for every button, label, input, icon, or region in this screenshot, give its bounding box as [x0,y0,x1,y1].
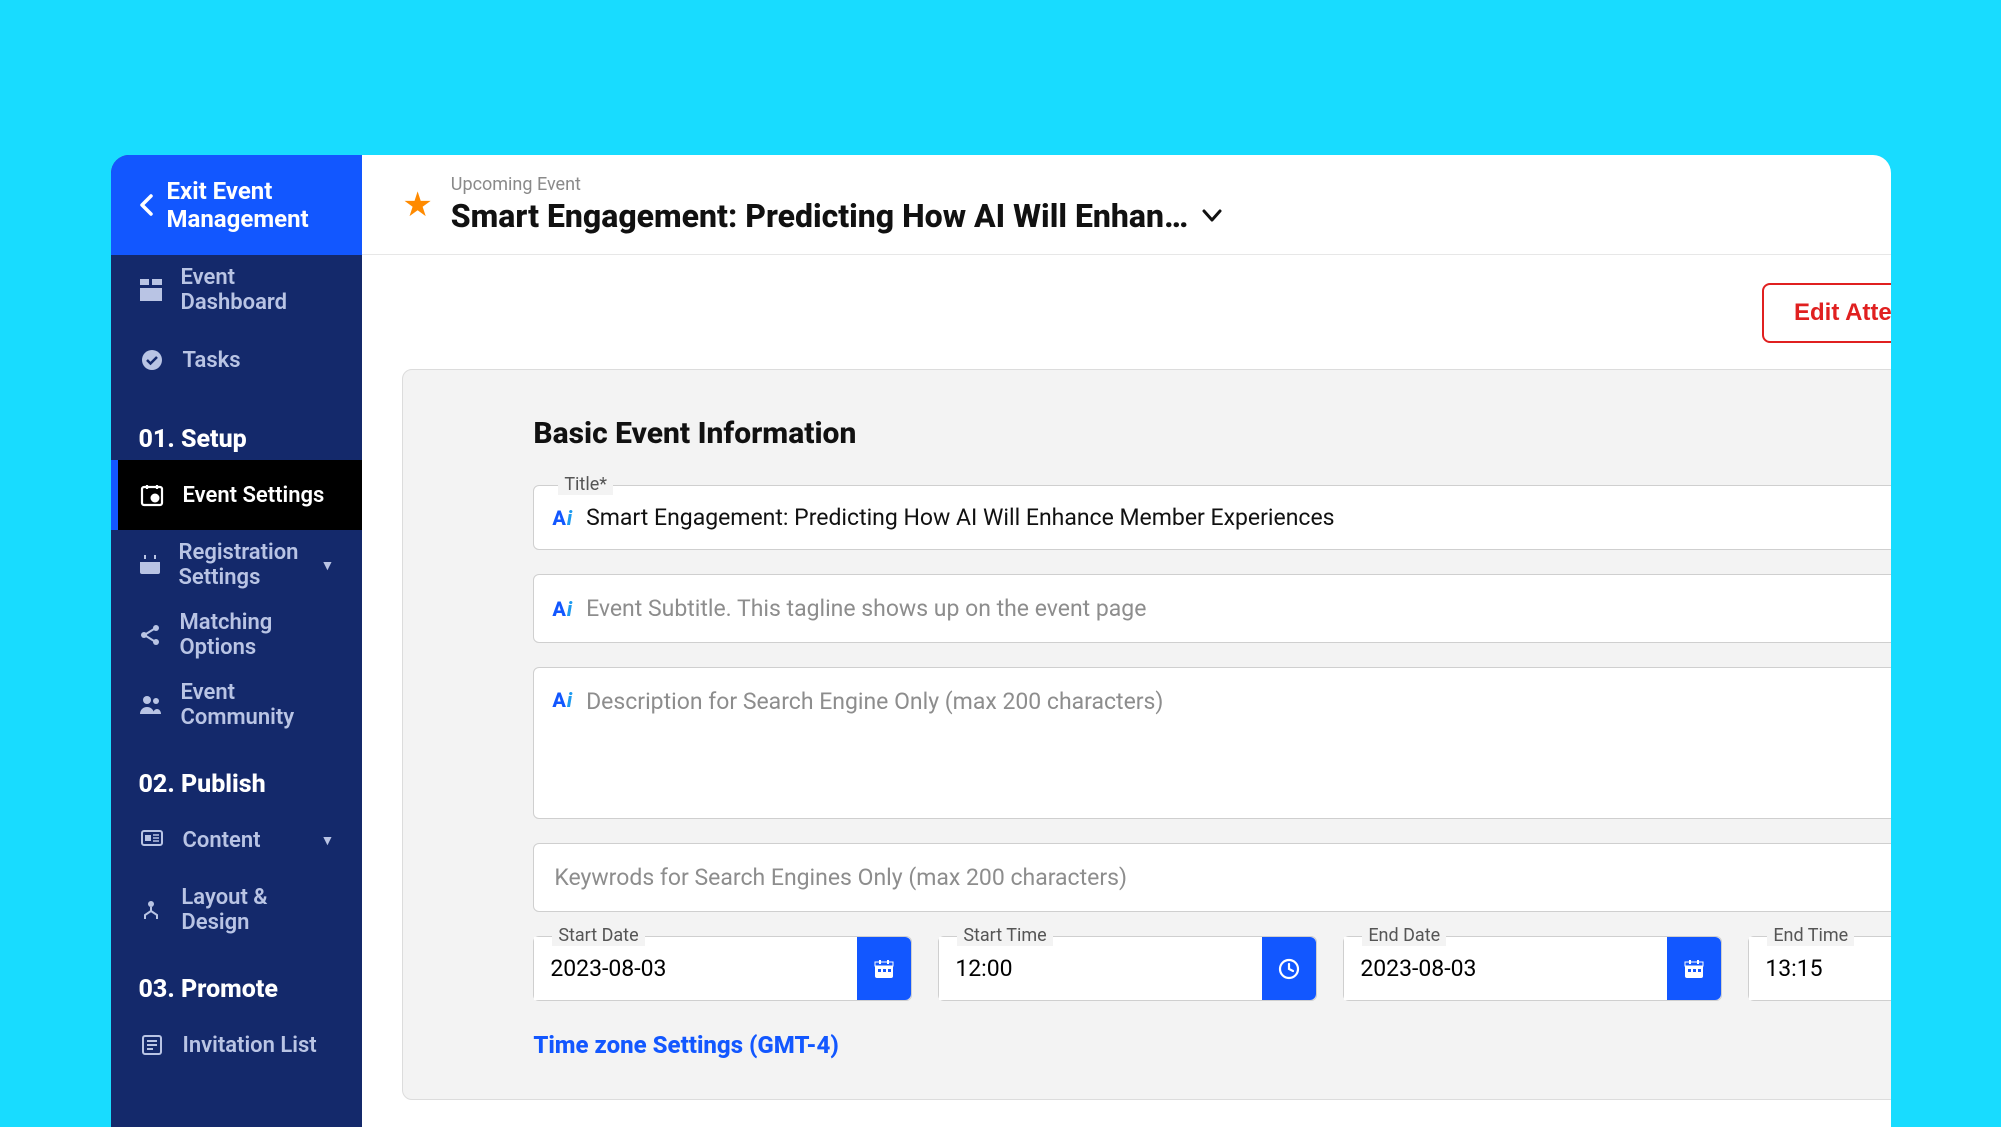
calendar-icon [139,554,161,576]
sidebar-item-label: Layout & Design [181,885,334,935]
title-label: Title* [558,474,613,495]
chevron-down-icon[interactable] [1202,209,1222,223]
main-content: ★ Upcoming Event Smart Engagement: Predi… [362,155,1890,1127]
sidebar-section-setup: 01. Setup [111,395,363,460]
start-time-field: Start Time [938,936,1317,1001]
list-icon [139,1034,165,1056]
seo-description-field: A [533,667,1890,819]
title-block: Upcoming Event Smart Engagement: Predict… [451,174,1891,235]
action-bar: Edit Attendee Allowance Save [362,255,1890,343]
sidebar: Exit Event Management Event Dashboard Ta… [111,155,363,1127]
chevron-down-icon: ▼ [320,832,334,849]
sidebar-section-promote: 03. Promote [111,945,363,1010]
dashboard-icon [139,279,163,301]
sidebar-section-publish: 02. Publish [111,740,363,805]
title-input[interactable] [586,486,1890,549]
sidebar-item-label: Event Settings [183,483,325,508]
sidebar-item-content[interactable]: Content ▼ [111,805,363,875]
end-date-field: End Date [1343,936,1722,1001]
calendar-picker-button[interactable] [857,937,911,1000]
page-title-row: Smart Engagement: Predicting How AI Will… [451,197,1891,235]
exit-event-management[interactable]: Exit Event Management [111,155,363,255]
sidebar-item-label: Registration Settings [179,540,303,590]
app-window: Exit Event Management Event Dashboard Ta… [111,155,1891,1127]
seo-description-input[interactable] [586,668,1890,818]
section-heading: Basic Event Information [533,416,1890,451]
sidebar-item-event-dashboard[interactable]: Event Dashboard [111,255,363,325]
end-date-label: End Date [1362,925,1446,946]
edit-attendee-allowance-button[interactable]: Edit Attendee Allowance [1762,283,1891,343]
end-time-field: End Time [1748,936,1890,1001]
sidebar-item-event-community[interactable]: Event Community [111,670,363,740]
calendar-icon [872,957,896,981]
end-time-label: End Time [1767,925,1854,946]
basic-info-panel: Basic Event Information Title* A A A Sta… [402,369,1890,1100]
start-time-input[interactable] [939,937,1262,1000]
topbar: ★ Upcoming Event Smart Engagement: Predi… [362,155,1890,255]
sidebar-item-invitation-list[interactable]: Invitation List [111,1010,363,1080]
ai-icon[interactable]: A [552,688,572,712]
content-icon [139,829,165,851]
sidebar-item-label: Tasks [183,348,241,373]
people-icon [139,694,163,716]
sidebar-item-layout-design[interactable]: Layout & Design [111,875,363,945]
share-icon [139,624,162,646]
kicker-label: Upcoming Event [451,174,1891,195]
sidebar-item-tasks[interactable]: Tasks [111,325,363,395]
calendar-icon [1682,957,1706,981]
sidebar-item-label: Event Community [181,680,335,730]
datetime-row: Start Date Start Time End Date [533,936,1890,1001]
ai-icon[interactable]: A [552,597,572,621]
sidebar-item-event-settings[interactable]: Event Settings [111,460,363,530]
start-date-input[interactable] [534,937,857,1000]
sidebar-item-label: Matching Options [180,610,335,660]
end-date-input[interactable] [1344,937,1667,1000]
subtitle-field: A [533,574,1890,643]
start-date-field: Start Date [533,936,912,1001]
keywords-input[interactable] [552,844,1890,911]
start-date-label: Start Date [552,925,644,946]
sidebar-item-label: Invitation List [183,1033,317,1058]
title-field: Title* A [533,485,1890,550]
clock-icon [1277,957,1301,981]
sidebar-item-registration-settings[interactable]: Registration Settings ▼ [111,530,363,600]
layout-icon [139,899,164,921]
sidebar-item-label: Content [183,828,261,853]
subtitle-input[interactable] [586,575,1890,642]
end-time-input[interactable] [1749,937,1890,1000]
exit-label: Exit Event Management [167,177,335,233]
check-circle-icon [139,349,165,371]
sidebar-item-matching-options[interactable]: Matching Options [111,600,363,670]
ai-icon[interactable]: A [552,506,572,530]
sidebar-item-label: Event Dashboard [181,265,335,315]
chevron-down-icon: ▼ [320,557,334,574]
settings-calendar-icon [139,483,165,507]
star-icon[interactable]: ★ [402,185,432,225]
time-picker-button[interactable] [1262,937,1316,1000]
page-title: Smart Engagement: Predicting How AI Will… [451,197,1188,235]
timezone-settings-link[interactable]: Time zone Settings (GMT-4) [533,1031,1890,1059]
calendar-picker-button[interactable] [1667,937,1721,1000]
start-time-label: Start Time [957,925,1052,946]
chevron-left-icon [139,194,153,216]
keywords-field [533,843,1890,912]
